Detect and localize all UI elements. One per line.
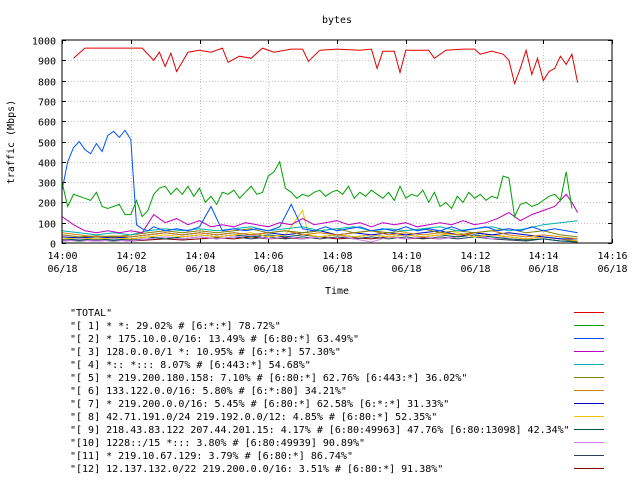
x-tick-label-time: 14:06 [253,251,283,262]
legend-label-9: "[ 9] 218.43.83.122 207.44.201.15: 4.17%… [70,425,570,436]
y-tick-label: 1000 [32,37,56,48]
series-line-0 [73,47,579,86]
x-tick-label-time: 14:00 [47,251,77,262]
x-tick-label-time: 14:10 [391,251,421,262]
y-tick-label: 800 [38,78,56,89]
y-tick-label: 200 [38,199,56,210]
chart-svg: bytes traffic (Mbps) Time 0 100 200 300 400 5… [6,15,628,475]
x-tick-label-date: 06/18 [322,264,352,275]
y-tick-label: 600 [38,118,56,129]
y-tick-label: 0 [50,240,56,251]
legend-label-8: "[ 8] 42.71.191.0/24 219.192.0.0/12: 4.8… [70,412,437,423]
series-line-8 [61,209,578,242]
y-tick-label: 300 [38,179,56,190]
legend-label-5: "[ 5] * 219.200.180.158: 7.10% # [6:80:*… [70,373,467,384]
x-tick-label-time: 14:02 [116,251,146,262]
y-tick-label: 900 [38,57,56,68]
grid-layer [62,40,612,243]
x-tick-label-time: 14:04 [185,251,215,262]
x-tick-label-date: 06/18 [185,264,215,275]
legend-label-4: "[ 4] *:: *::: 8.07% # [6:443:*] 54.68%" [70,360,311,371]
legend-label-7: "[ 7] * 219.200.0.0/16: 5.45% # [6:80:*]… [70,399,449,410]
legend-label-3: "[ 3] 128.0.0.0/1 *: 10.95% # [6:*:*] 57… [70,347,341,358]
legend-label-6: "[ 6] 133.122.0.0/16: 5.80% # [6:*:80] 3… [70,386,347,397]
x-tick-label-date: 06/18 [47,264,77,275]
legend-label-10: "[10] 1228::/15 *::: 3.80% # [6:80:49939… [70,438,365,449]
series-layer [61,47,579,243]
legend-label-11: "[11] * 219.10.67.129: 3.79% # [6:80:*] … [70,451,353,462]
legend-label-2: "[ 2] * 175.10.0.0/16: 13.49% # [6:80:*]… [70,334,359,345]
x-tick-label-date: 06/18 [597,264,627,275]
legend-label-1: "[ 1] * *: 29.02% # [6:*:*] 78.72%" [70,321,281,332]
x-tick-label-time: 14:16 [597,251,627,262]
x-tick-label-date: 06/18 [528,264,558,275]
legend-label-0: "TOTAL" [70,308,112,319]
x-tick-label-date: 06/18 [116,264,146,275]
x-tick-label-date: 06/18 [253,264,283,275]
legend: "TOTAL" "[ 1] * *: 29.02% # [6:*:*] 78.72… [70,308,604,475]
x-tick-label-date: 06/18 [460,264,490,275]
x-tick-label-date: 06/18 [391,264,421,275]
y-tick-label: 700 [38,98,56,109]
y-tick-label: 500 [38,139,56,150]
chart-figure: bytes traffic (Mbps) Time 0 100 200 300 400 5… [0,0,640,480]
y-tick-label: 100 [38,220,56,231]
x-tick-label-time: 14:14 [528,251,558,262]
chart-title: bytes [322,15,352,26]
x-tick-label-time: 14:08 [322,251,352,262]
x-tick-label-time: 14:12 [460,251,490,262]
series-line-1 [61,160,573,219]
y-axis-label: traffic (Mbps) [6,100,17,184]
y-tick-label: 400 [38,159,56,170]
x-axis-label: Time [325,286,349,297]
legend-label-12: "[12] 12.137.132.0/22 219.200.0.0/16: 3.… [70,464,443,475]
